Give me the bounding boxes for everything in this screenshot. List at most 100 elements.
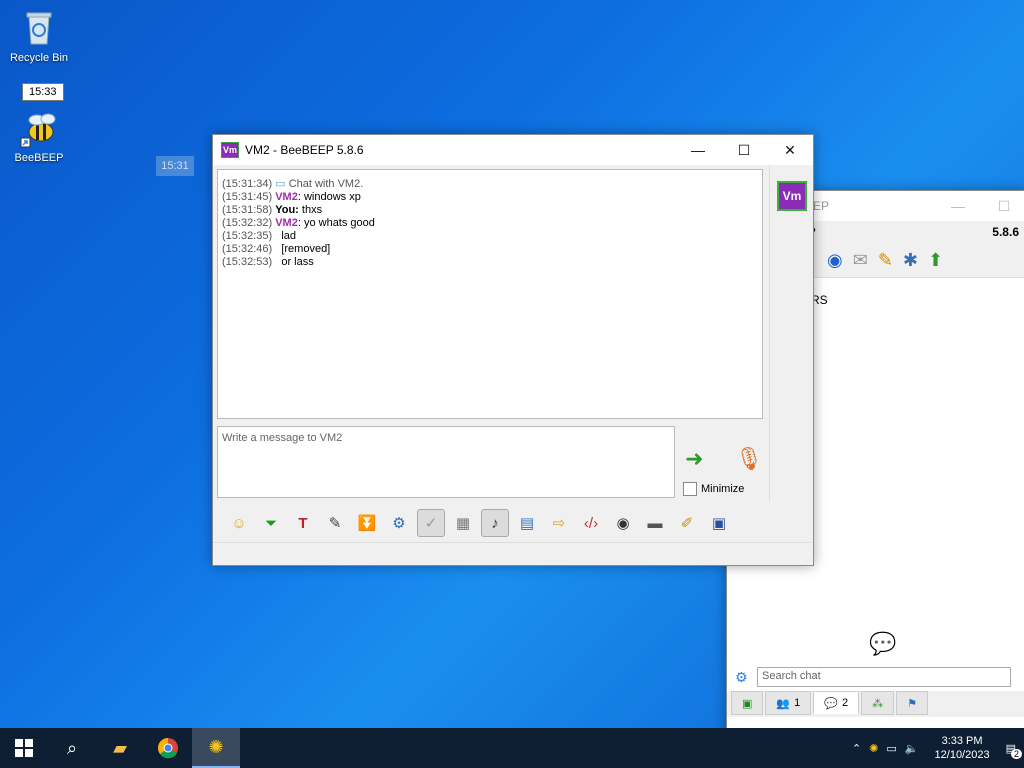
sender: You: bbox=[275, 204, 299, 216]
window-title: BEEP bbox=[797, 199, 935, 213]
spellcheck-icon[interactable]: ✓ bbox=[417, 509, 445, 537]
minimize-button[interactable]: — bbox=[935, 191, 981, 221]
timestamp: (15:32:32) bbox=[222, 217, 273, 229]
update-icon[interactable]: ⬆ bbox=[928, 250, 943, 271]
message-text: : yo whats good bbox=[297, 217, 375, 229]
recycle-bin-icon bbox=[19, 8, 59, 48]
timestamp: (15:31:45) bbox=[222, 191, 273, 203]
chrome-icon[interactable] bbox=[144, 728, 192, 768]
maximize-button[interactable]: ☐ bbox=[721, 135, 767, 165]
format-toolbar: ☺ ⏷ T ✎ ⏬ ⚙ ✓ ▦ ♪ ▤ ⇨ ‹/› ◉ ▬ ✐ ▣ bbox=[217, 505, 765, 541]
chat-line: (15:32:32) VM2: yo whats good bbox=[222, 217, 758, 230]
music-icon[interactable]: ♪ bbox=[481, 509, 509, 537]
filter-icon[interactable]: ⏬ bbox=[353, 509, 381, 537]
settings-icon[interactable]: ⚙ bbox=[735, 669, 748, 686]
insert-emoticon-icon[interactable]: ⏷ bbox=[257, 509, 285, 537]
user-sidebar bbox=[769, 165, 812, 501]
minimize-button[interactable]: — bbox=[675, 135, 721, 165]
microphone-icon[interactable]: 🎙 bbox=[735, 446, 763, 472]
message-text: Chat with VM2. bbox=[288, 178, 364, 190]
clock-date: 12/10/2023 bbox=[934, 749, 990, 761]
save-icon[interactable]: ▣ bbox=[705, 509, 733, 537]
tab-users-count: 1 bbox=[794, 697, 801, 709]
desktop-icon-beebeep[interactable]: BeeBEEP bbox=[4, 108, 74, 164]
color-icon[interactable]: ✎ bbox=[321, 509, 349, 537]
tab-groups[interactable]: ⁂ bbox=[861, 691, 895, 715]
close-button[interactable]: ✕ bbox=[767, 135, 813, 165]
beebeep-taskbar-icon[interactable]: ✺ bbox=[192, 728, 240, 768]
notes-icon[interactable]: ✐ bbox=[673, 509, 701, 537]
settings-gear-icon[interactable]: ⚙ bbox=[385, 509, 413, 537]
app-badge-icon: Vm bbox=[221, 142, 239, 158]
sender: VM2 bbox=[275, 191, 298, 203]
search-chat-input[interactable]: Search chat bbox=[757, 667, 1011, 687]
minimize-checkbox[interactable] bbox=[683, 482, 697, 496]
chat-line: (15:32:35) lad bbox=[222, 230, 758, 243]
recycle-bin-label: Recycle Bin bbox=[9, 52, 69, 64]
screenshot-icon[interactable]: ◉ bbox=[609, 509, 637, 537]
tab-chats[interactable]: 💬 2 bbox=[813, 691, 860, 714]
minimize-checkbox-label: Minimize bbox=[701, 483, 745, 495]
tab-users[interactable]: 👥 1 bbox=[765, 691, 812, 715]
chat-line: (15:32:46) [removed] bbox=[222, 243, 758, 256]
send-file-icon[interactable]: ⇨ bbox=[545, 509, 573, 537]
system-tray: ⌃ ✺ ▭ 🔈 3:33 PM 12/10/2023 ▤ 2 bbox=[852, 728, 1024, 768]
message-text: or lass bbox=[281, 256, 314, 268]
sender: VM2 bbox=[275, 217, 298, 229]
edit-icon[interactable]: ✎ bbox=[878, 250, 893, 271]
send-message-icon[interactable]: ➜ bbox=[685, 446, 703, 472]
chat-bubbles-icon: 💬 bbox=[869, 631, 897, 656]
window-title: VM2 - BeeBEEP 5.8.6 bbox=[245, 143, 364, 157]
mail-icon[interactable]: ✉ bbox=[853, 250, 868, 271]
chat-window: Vm VM2 - BeeBEEP 5.8.6 — ☐ ✕ (15:31:34) … bbox=[212, 134, 814, 566]
tab-chats-count: 2 bbox=[841, 697, 849, 709]
avatar[interactable]: Vm bbox=[777, 181, 807, 211]
network-icon[interactable]: ◉ bbox=[827, 250, 843, 271]
windows-logo-icon bbox=[15, 739, 33, 757]
chat-log: (15:31:34) ▭ Chat with VM2. (15:31:45) V… bbox=[217, 169, 763, 419]
chevron-up-icon[interactable]: ⌃ bbox=[852, 742, 861, 755]
beebeep-tray-icon[interactable]: ✺ bbox=[869, 742, 878, 755]
volume-muted-icon[interactable]: 🔈 bbox=[905, 742, 919, 755]
timestamp: (15:32:46) bbox=[222, 243, 273, 255]
timestamp: (15:32:35) bbox=[222, 230, 273, 242]
network-icon[interactable]: ▭ bbox=[886, 742, 896, 755]
message-input[interactable]: Write a message to VM2 bbox=[217, 426, 675, 498]
groups-icon: ⁂ bbox=[872, 697, 884, 710]
tab-files[interactable]: ⚑ bbox=[896, 691, 928, 715]
timestamp: (15:32:53) bbox=[222, 256, 273, 268]
desktop-icon-recycle-bin[interactable]: Recycle Bin bbox=[4, 8, 74, 64]
message-text: [removed] bbox=[281, 243, 331, 255]
chat-line: (15:31:34) ▭ Chat with VM2. bbox=[222, 178, 758, 191]
file-explorer-icon[interactable]: ▰ bbox=[96, 728, 144, 768]
maximize-button[interactable]: ☐ bbox=[981, 191, 1024, 221]
tab-chat[interactable]: ▣ bbox=[731, 691, 764, 715]
message-text: : windows xp bbox=[297, 191, 361, 203]
search-icon[interactable]: ⌕ bbox=[48, 728, 96, 768]
clock[interactable]: 3:33 PM 12/10/2023 bbox=[935, 734, 990, 762]
timestamp: (15:31:34) bbox=[222, 178, 273, 190]
chat-line: (15:31:58) You: thxs bbox=[222, 204, 758, 217]
text-format-icon[interactable]: T bbox=[289, 509, 317, 537]
emoticon-icon[interactable]: ☺ bbox=[225, 509, 253, 537]
chat-bubble-icon: ▭ bbox=[275, 178, 286, 190]
window-icon[interactable]: ▬ bbox=[641, 509, 669, 537]
status-bar bbox=[213, 542, 811, 565]
chats-icon: 💬 bbox=[824, 697, 838, 710]
start-button[interactable] bbox=[0, 728, 48, 768]
chat-green-icon: ▣ bbox=[742, 697, 753, 710]
document-icon[interactable]: ▤ bbox=[513, 509, 541, 537]
users-icon: 👥 bbox=[776, 697, 791, 710]
send-area: ➜ 🎙 Minimize bbox=[681, 440, 771, 500]
message-text: lad bbox=[281, 230, 297, 242]
files-icon: ⚑ bbox=[907, 697, 917, 710]
word-complete-icon[interactable]: ▦ bbox=[449, 509, 477, 537]
chat-line: (15:31:45) VM2: windows xp bbox=[222, 191, 758, 204]
code-icon[interactable]: ‹/› bbox=[577, 509, 605, 537]
taskbar: ⌕ ▰ ✺ ⌃ ✺ ▭ 🔈 3:33 PM 12/10/2023 ▤ 2 bbox=[0, 728, 1024, 768]
clock-time: 3:33 PM bbox=[941, 735, 983, 747]
tools-icon[interactable]: ✱ bbox=[903, 250, 918, 271]
bee-icon bbox=[19, 108, 59, 148]
chat-line: (15:32:53) or lass bbox=[222, 256, 758, 269]
notifications-icon[interactable]: ▤ 2 bbox=[1006, 742, 1022, 759]
